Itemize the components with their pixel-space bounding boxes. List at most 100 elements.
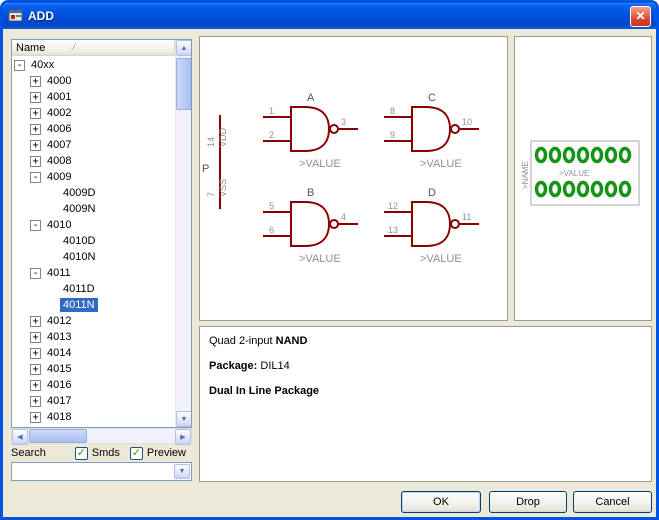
tree-item-label[interactable]: 4009N [60, 202, 98, 216]
svg-text:9: 9 [390, 130, 395, 140]
sort-indicator-icon: ∕ [73, 42, 75, 53]
expand-icon[interactable]: + [30, 412, 41, 423]
expand-icon[interactable]: + [30, 316, 41, 327]
package-name-label: >NAME [521, 161, 530, 189]
tree-item[interactable]: -4010 [12, 217, 176, 233]
expand-icon[interactable]: + [30, 108, 41, 119]
expand-icon[interactable]: + [30, 76, 41, 87]
svg-text:P: P [202, 163, 209, 175]
scroll-right-icon[interactable]: ▶ [175, 429, 191, 445]
expand-icon[interactable]: + [30, 364, 41, 375]
tree-item[interactable]: +4001 [12, 89, 176, 105]
cancel-button[interactable]: Cancel [573, 491, 652, 513]
scroll-down-icon[interactable]: ▼ [176, 411, 192, 427]
tree-item[interactable]: +4013 [12, 329, 176, 345]
scroll-up-icon[interactable]: ▲ [176, 40, 192, 56]
tree-item-label[interactable]: 4000 [44, 74, 74, 88]
tree-item[interactable]: -40xx [12, 57, 176, 73]
tree-column-header[interactable]: Name ∕ [12, 40, 175, 56]
tree-item-label[interactable]: 4008 [44, 154, 74, 168]
tree-item[interactable]: +4006 [12, 121, 176, 137]
tree-item-label[interactable]: 40xx [28, 58, 57, 72]
tree-item[interactable]: 4011D [12, 281, 176, 297]
tree-item[interactable]: +4018 [12, 409, 176, 425]
tree-scrollbar-thumb[interactable] [176, 58, 192, 110]
expand-icon[interactable]: + [30, 156, 41, 167]
tree-item-label[interactable]: 4013 [44, 330, 74, 344]
tree-item-label[interactable]: 4016 [44, 378, 74, 392]
package-preview-drawing: >NAME >VALUE [515, 37, 651, 320]
tree-item[interactable]: +4008 [12, 153, 176, 169]
svg-text:12: 12 [388, 201, 398, 211]
expand-icon[interactable]: + [30, 92, 41, 103]
tree-item-label[interactable]: 4010D [60, 234, 98, 248]
search-combobox[interactable]: ▼ [11, 462, 192, 481]
expand-icon[interactable]: + [30, 348, 41, 359]
tree-item-label[interactable]: 4007 [44, 138, 74, 152]
collapse-icon[interactable]: - [30, 268, 41, 279]
tree-item[interactable]: +4000 [12, 73, 176, 89]
title-bar[interactable]: ADD ✕ [3, 3, 656, 29]
tree-item-label[interactable]: 4001 [44, 90, 74, 104]
tree-item-label[interactable]: 4011D [60, 282, 98, 296]
drop-button[interactable]: Drop [489, 491, 567, 513]
tree-item[interactable]: -4011 [12, 265, 176, 281]
smds-checkbox[interactable]: ✓ [75, 447, 88, 460]
tree-item[interactable]: -4009 [12, 169, 176, 185]
collapse-icon[interactable]: - [14, 60, 25, 71]
search-row: Search ✓ Smds ✓ Preview [11, 445, 192, 461]
tree-item-label[interactable]: 4010 [44, 218, 74, 232]
chevron-down-icon[interactable]: ▼ [174, 464, 190, 479]
expand-icon[interactable]: + [30, 140, 41, 151]
tree-item-label[interactable]: 4014 [44, 346, 74, 360]
close-button[interactable]: ✕ [630, 6, 651, 27]
expand-icon[interactable]: + [30, 332, 41, 343]
tree-item[interactable]: +4015 [12, 361, 176, 377]
scroll-left-icon[interactable]: ◀ [12, 429, 28, 445]
tree-item-label[interactable]: 4006 [44, 122, 74, 136]
collapse-icon[interactable]: - [30, 172, 41, 183]
svg-text:11: 11 [462, 212, 471, 222]
smds-checkbox-label[interactable]: Smds [92, 447, 120, 459]
tree-item-label[interactable]: 4002 [44, 106, 74, 120]
svg-text:6: 6 [269, 225, 274, 235]
tree-item[interactable]: 4010N [12, 249, 176, 265]
nand-gate-d: 12 13 11 D >VALUE [384, 187, 479, 265]
app-icon [8, 8, 24, 24]
svg-text:>VALUE: >VALUE [420, 158, 462, 170]
add-dialog: ADD ✕ Name ∕ -40xx+4000+4001+4002+4006+4… [0, 0, 659, 520]
h-scrollbar-thumb[interactable] [29, 429, 87, 443]
tree-item[interactable]: 4009D [12, 185, 176, 201]
tree-item-label[interactable]: 4012 [44, 314, 74, 328]
preview-checkbox-label[interactable]: Preview [147, 447, 186, 459]
dialog-client-area: Name ∕ -40xx+4000+4001+4002+4006+4007+40… [6, 32, 653, 514]
tree-item-label[interactable]: 4018 [44, 410, 74, 424]
tree-item-label[interactable]: 4017 [44, 394, 74, 408]
tree-vertical-scrollbar[interactable]: ▲ ▼ [175, 40, 191, 427]
tree-item[interactable]: 4009N [12, 201, 176, 217]
expand-icon[interactable]: + [30, 124, 41, 135]
tree-horizontal-scrollbar[interactable]: ◀ ▶ [11, 428, 192, 444]
ok-button[interactable]: OK [401, 491, 481, 513]
tree-item-label[interactable]: 4011N [60, 298, 98, 312]
tree-item-label[interactable]: 4015 [44, 362, 74, 376]
tree-item[interactable]: +4014 [12, 345, 176, 361]
expand-icon[interactable]: + [30, 396, 41, 407]
expand-icon[interactable]: + [30, 380, 41, 391]
tree-item[interactable]: +4017 [12, 393, 176, 409]
preview-checkbox[interactable]: ✓ [130, 447, 143, 460]
svg-text:>VALUE: >VALUE [299, 158, 341, 170]
collapse-icon[interactable]: - [30, 220, 41, 231]
tree-item-label[interactable]: 4010N [60, 250, 98, 264]
tree-item[interactable]: +4007 [12, 137, 176, 153]
tree-item[interactable]: 4010D [12, 233, 176, 249]
tree-item[interactable]: +4002 [12, 105, 176, 121]
description-package-type: Dual In Line Package [209, 385, 642, 397]
tree-item[interactable]: +4016 [12, 377, 176, 393]
tree-item-label[interactable]: 4009 [44, 170, 74, 184]
tree-item[interactable]: 4011N [12, 297, 176, 313]
description-title: Quad 2-input NAND [209, 335, 642, 347]
tree-item[interactable]: +4012 [12, 313, 176, 329]
tree-item-label[interactable]: 4011 [44, 266, 74, 280]
tree-item-label[interactable]: 4009D [60, 186, 98, 200]
